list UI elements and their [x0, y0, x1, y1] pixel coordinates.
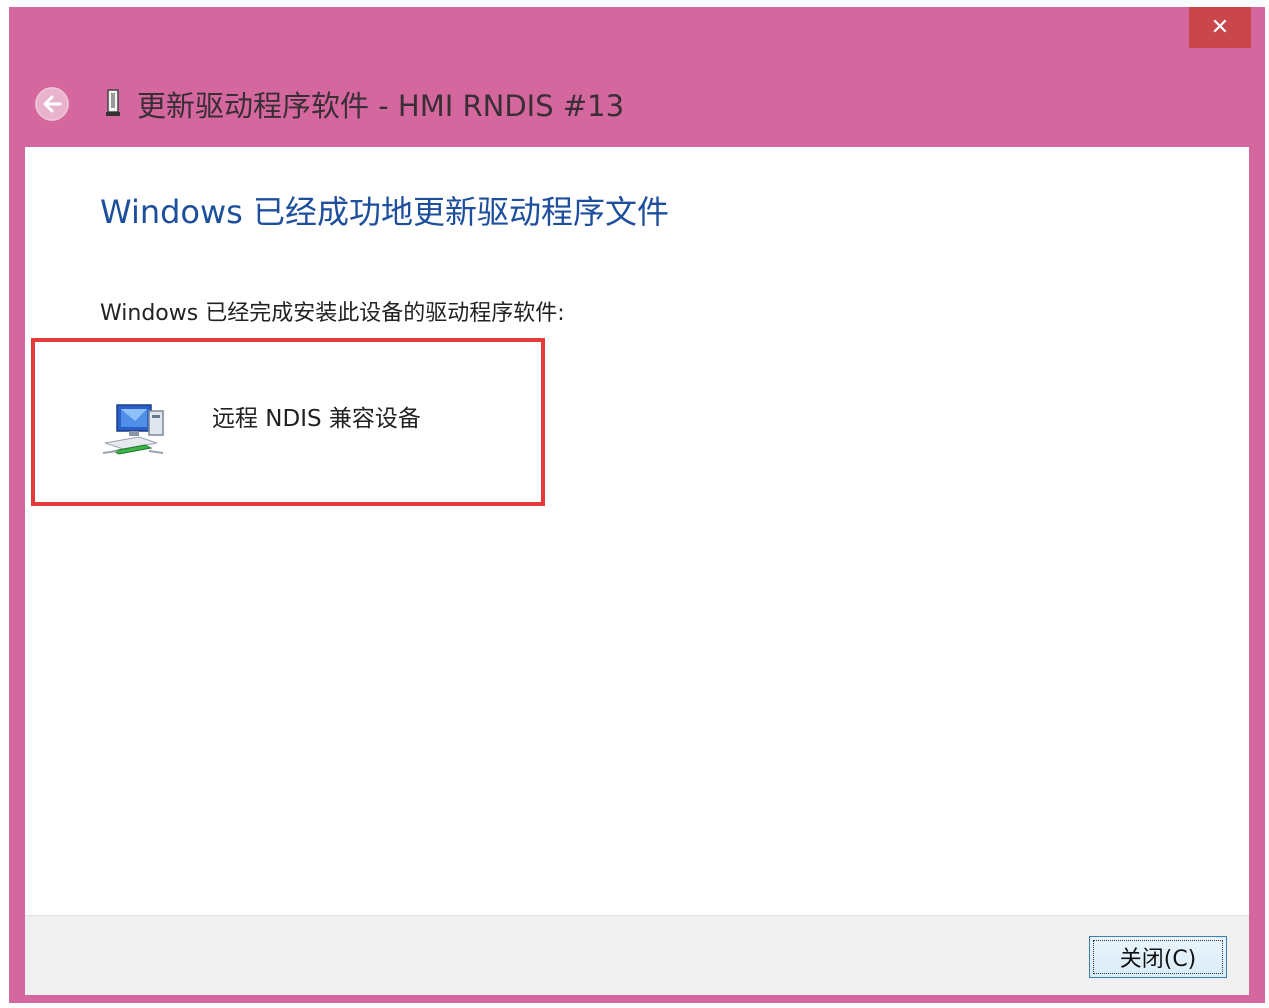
focus-ring — [1093, 940, 1223, 974]
back-arrow-icon — [35, 87, 69, 121]
window-title: 更新驱动程序软件 - HMI RNDIS #13 — [137, 89, 625, 123]
window-close-button[interactable]: ✕ — [1189, 7, 1251, 48]
close-button[interactable]: 关闭(C) — [1089, 936, 1227, 978]
page-title: Windows 已经成功地更新驱动程序文件 — [100, 193, 670, 231]
device-name-label: 远程 NDIS 兼容设备 — [212, 406, 421, 432]
description-text: Windows 已经完成安装此设备的驱动程序软件: — [100, 301, 565, 326]
usb-device-icon — [105, 89, 121, 117]
content-panel: Windows 已经成功地更新驱动程序文件 Windows 已经完成安装此设备的… — [25, 147, 1249, 915]
dialog-window: ✕ 更新驱动程序软件 - HMI RNDIS #13 Windows 已经成功地… — [9, 7, 1265, 1003]
back-button[interactable] — [35, 87, 69, 121]
network-adapter-icon — [99, 397, 169, 467]
dialog-footer: 关闭(C) — [25, 915, 1249, 995]
close-icon: ✕ — [1210, 15, 1230, 40]
